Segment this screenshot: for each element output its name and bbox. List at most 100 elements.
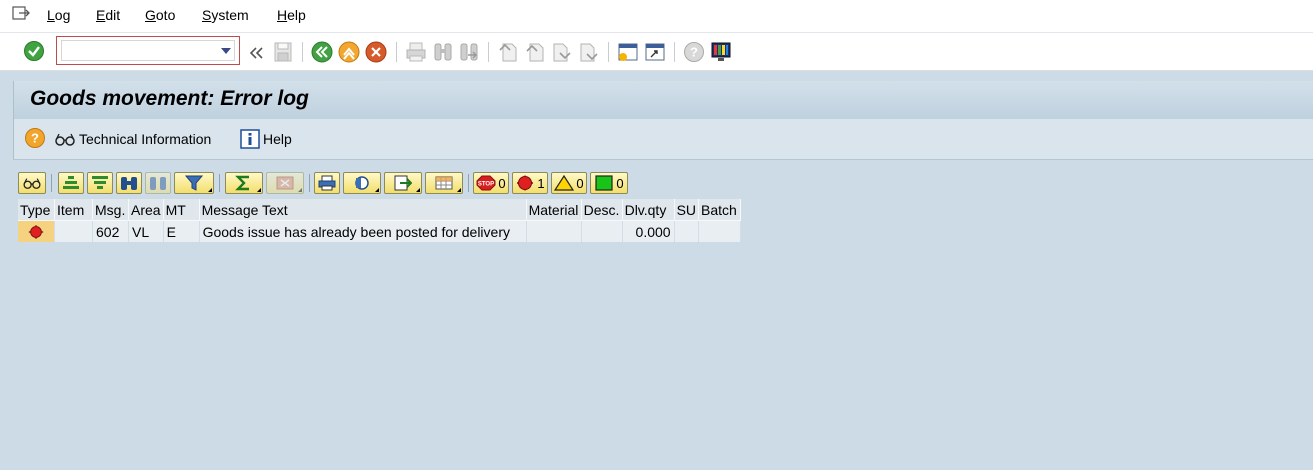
cell-mt[interactable]: E	[163, 220, 200, 242]
menu-goto-label: oto	[155, 7, 176, 23]
back-icon[interactable]	[311, 41, 333, 63]
warning-count: 0	[576, 175, 584, 191]
menu-edit[interactable]: Edit	[96, 7, 120, 23]
stop-count: 0	[498, 175, 506, 191]
technical-information-button[interactable]: Technical Information	[54, 129, 211, 149]
layout-grid-icon	[435, 176, 453, 190]
print-preview-button[interactable]	[314, 172, 340, 194]
layout-dropdown-icon	[453, 188, 461, 192]
toolbar-separator	[302, 42, 303, 62]
sort-ascending-button[interactable]	[58, 172, 84, 194]
help-button[interactable]: Help	[240, 129, 292, 149]
column-header-su[interactable]: SU	[674, 199, 700, 221]
menu-exit-icon[interactable]	[12, 5, 30, 21]
application-toolbar: ? Technical Information Help	[13, 119, 1313, 160]
toolbar-separator	[488, 42, 489, 62]
column-header-msg[interactable]: Msg.	[92, 199, 129, 221]
sort-descending-button[interactable]	[87, 172, 113, 194]
new-session-icon[interactable]	[617, 41, 639, 63]
command-input[interactable]	[61, 39, 215, 59]
title-bar: Goods movement: Error log	[13, 81, 1313, 119]
layout-button[interactable]	[425, 172, 463, 194]
filter-stop-messages-button[interactable]: STOP 0	[473, 172, 509, 194]
glasses-icon	[23, 178, 41, 189]
cell-item[interactable]	[54, 220, 93, 242]
filter-success-messages-button[interactable]: 0	[590, 172, 628, 194]
cell-desc[interactable]	[581, 220, 623, 242]
exit-icon[interactable]	[338, 41, 360, 63]
sort-descending-icon	[92, 176, 108, 189]
details-button[interactable]	[18, 172, 46, 194]
filter-button[interactable]	[174, 172, 214, 194]
sum-sigma-icon	[235, 175, 249, 191]
sort-ascending-icon	[63, 176, 79, 189]
filter-error-messages-button[interactable]: 1	[512, 172, 548, 194]
cell-material[interactable]	[526, 220, 582, 242]
total-button[interactable]	[225, 172, 263, 194]
print-icon	[318, 175, 336, 191]
find-icon	[434, 43, 452, 61]
help-circle-icon: ?	[684, 42, 704, 62]
column-header-type[interactable]: Type	[18, 199, 55, 221]
views-button[interactable]	[343, 172, 381, 194]
error-log-table: Type Item Msg. Area MT Message Text Mate…	[18, 199, 742, 242]
menu-goto[interactable]: Goto	[145, 7, 175, 23]
total-dropdown-icon	[253, 188, 261, 192]
filter-warning-messages-button[interactable]: 0	[551, 172, 587, 194]
column-header-item[interactable]: Item	[54, 199, 93, 221]
question-icon: ?	[25, 128, 45, 148]
menu-log-label: og	[54, 7, 71, 23]
column-header-area[interactable]: Area	[128, 199, 164, 221]
menu-log[interactable]: Log	[47, 7, 70, 23]
column-header-dlv-qty[interactable]: Dlv.qty	[622, 199, 675, 221]
cell-batch[interactable]	[698, 220, 742, 242]
menu-system-label: ystem	[211, 7, 249, 23]
cell-type[interactable]	[18, 220, 55, 242]
page-title: Goods movement: Error log	[30, 87, 309, 110]
command-dropdown-icon[interactable]	[221, 48, 231, 54]
cell-su[interactable]	[674, 220, 700, 242]
cancel-icon[interactable]	[365, 41, 387, 63]
alv-separator	[51, 174, 52, 192]
column-header-mt[interactable]: MT	[163, 199, 200, 221]
first-page-icon	[499, 43, 517, 62]
menu-edit-label: dit	[105, 7, 121, 23]
glasses-icon	[55, 133, 75, 146]
views-dropdown-icon	[371, 188, 379, 192]
table-row[interactable]: 602 VL E Goods issue has already been po…	[18, 220, 742, 242]
alv-separator	[219, 174, 220, 192]
export-button[interactable]	[384, 172, 422, 194]
green-success-icon	[595, 175, 613, 191]
cell-msg[interactable]: 602	[92, 220, 129, 242]
next-page-icon	[553, 43, 571, 62]
column-header-material[interactable]: Material	[526, 199, 582, 221]
success-count: 0	[616, 175, 624, 191]
technical-information-label: Technical Information	[79, 131, 212, 147]
cell-dlv-qty[interactable]: 0.000	[622, 220, 675, 242]
table-header-row: Type Item Msg. Area MT Message Text Mate…	[18, 199, 742, 221]
command-field[interactable]	[56, 36, 240, 65]
customize-layout-icon[interactable]	[710, 41, 732, 63]
svg-text:STOP: STOP	[478, 182, 494, 188]
stop-sign-icon: STOP	[476, 175, 496, 191]
enter-check-icon[interactable]	[23, 40, 45, 62]
find-button[interactable]	[116, 172, 142, 194]
views-icon	[355, 176, 369, 190]
menu-system[interactable]: System	[202, 7, 249, 23]
cell-message-text[interactable]: Goods issue has already been posted for …	[199, 220, 527, 242]
export-icon	[394, 175, 412, 191]
menu-help[interactable]: Help	[277, 7, 306, 23]
column-header-batch[interactable]: Batch	[698, 199, 742, 221]
column-header-message-text[interactable]: Message Text	[199, 199, 527, 221]
shortcut-icon[interactable]	[644, 41, 666, 63]
double-chevron-left-icon[interactable]	[248, 42, 264, 64]
long-text-button[interactable]: ?	[24, 128, 49, 148]
menu-log-mnemonic: L	[47, 7, 55, 23]
subtotals-button	[266, 172, 304, 194]
subtotals-icon	[276, 176, 294, 190]
cell-area[interactable]: VL	[128, 220, 164, 242]
column-header-desc[interactable]: Desc.	[581, 199, 623, 221]
save-icon	[274, 42, 292, 62]
menu-bar: Log Edit Goto System Help	[0, 0, 1313, 33]
toolbar-separator	[396, 42, 397, 62]
